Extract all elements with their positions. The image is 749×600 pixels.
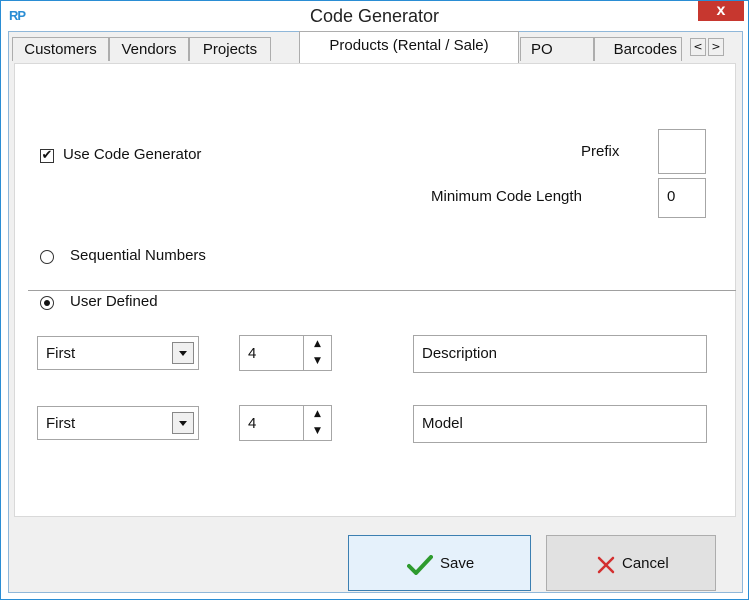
use-code-generator-checkbox[interactable]: ✔: [40, 149, 54, 163]
dialog-footer: Save Cancel: [9, 519, 740, 591]
cancel-button-label: Cancel: [622, 555, 669, 572]
close-button[interactable]: x: [698, 1, 744, 21]
rule-2-count-stepper[interactable]: 4 ▲ ▼: [239, 405, 332, 441]
prefix-label: Prefix: [581, 143, 620, 160]
products-tab-panel: ✔ Use Code Generator Prefix Minimum Code…: [14, 63, 736, 517]
tab-customers[interactable]: Customers: [12, 37, 109, 61]
tab-po[interactable]: PO: [520, 37, 594, 61]
chevron-down-icon[interactable]: [172, 412, 194, 434]
section-divider: [28, 290, 736, 291]
title-bar[interactable]: RP Code Generator x: [1, 1, 748, 31]
prefix-input[interactable]: [658, 129, 706, 174]
chevron-down-icon[interactable]: [172, 342, 194, 364]
tab-strip: Customers Vendors Projects Products (Ren…: [9, 31, 734, 63]
user-defined-label: User Defined: [70, 293, 158, 310]
stepper-up-icon[interactable]: ▲: [303, 336, 331, 354]
close-icon: x: [716, 2, 726, 19]
tab-vendors[interactable]: Vendors: [109, 37, 189, 61]
save-button-label: Save: [440, 555, 475, 572]
check-icon: ✔: [41, 148, 53, 163]
sequential-numbers-radio[interactable]: [40, 250, 54, 264]
save-button[interactable]: Save: [348, 535, 531, 591]
tab-barcodes[interactable]: Barcodes: [594, 37, 682, 61]
chevron-right-icon: >: [711, 40, 721, 53]
tab-products[interactable]: Products (Rental / Sale): [299, 31, 519, 63]
radio-dot: [44, 300, 50, 306]
rule-2-field-input[interactable]: Model: [413, 405, 707, 443]
stepper-down-icon[interactable]: ▼: [303, 353, 331, 370]
stepper-down-icon[interactable]: ▼: [303, 423, 331, 440]
rule-1-position-value: First: [46, 345, 76, 362]
chevron-left-icon: <: [693, 40, 703, 53]
rule-1-count-value: 4: [248, 345, 257, 362]
minimum-code-length-input[interactable]: 0: [658, 178, 706, 218]
rule-2-position-select[interactable]: First: [37, 406, 199, 440]
rule-1-position-select[interactable]: First: [37, 336, 199, 370]
tab-scroll-right-button[interactable]: >: [708, 38, 724, 56]
window-title: Code Generator: [309, 6, 440, 26]
rule-2-count-value: 4: [248, 415, 257, 432]
cancel-button[interactable]: Cancel: [546, 535, 716, 591]
rule-1-field-input[interactable]: Description: [413, 335, 707, 373]
rule-2-position-value: First: [46, 415, 76, 432]
stepper-up-icon[interactable]: ▲: [303, 406, 331, 424]
sequential-numbers-label: Sequential Numbers: [70, 247, 206, 264]
rule-1-count-stepper[interactable]: 4 ▲ ▼: [239, 335, 332, 371]
tab-projects[interactable]: Projects: [189, 37, 271, 61]
minimum-code-length-label: Minimum Code Length: [431, 188, 582, 205]
code-generator-window: RP Code Generator x Customers Vendors Pr…: [0, 0, 749, 600]
tab-scroll-left-button[interactable]: <: [690, 38, 706, 56]
use-code-generator-label: Use Code Generator: [63, 146, 202, 163]
user-defined-radio[interactable]: [40, 296, 54, 310]
checkmark-icon: [407, 555, 433, 575]
cancel-x-icon: [597, 556, 615, 574]
